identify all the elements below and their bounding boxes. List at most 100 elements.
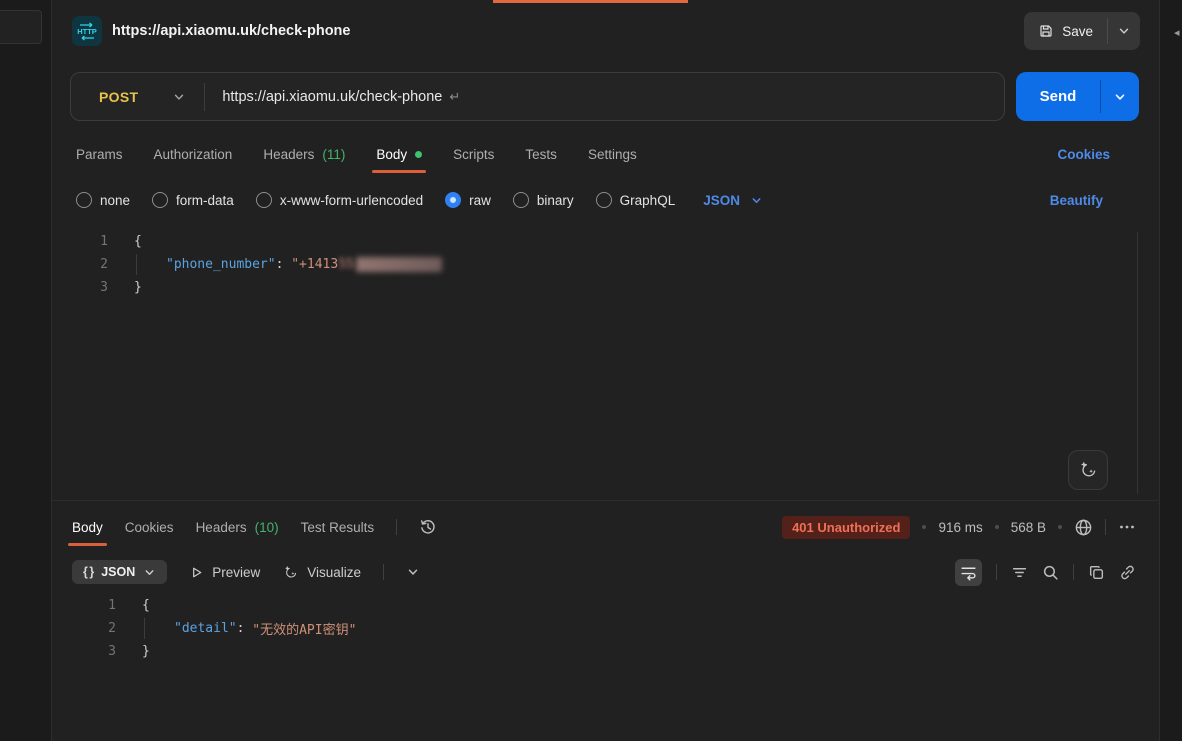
raw-format-label: JSON [703, 193, 740, 208]
response-headers-count-badge: (10) [255, 520, 279, 535]
chevron-down-icon [172, 90, 186, 104]
tab-body[interactable]: Body [376, 147, 422, 162]
tab-settings[interactable]: Settings [588, 147, 637, 162]
json-key: "detail" [174, 621, 237, 636]
tab-scripts[interactable]: Scripts [453, 147, 494, 162]
network-info-button[interactable] [1074, 518, 1093, 537]
pane-splitter[interactable] [52, 500, 1158, 501]
send-button-group: Send [1016, 72, 1139, 121]
radio-none[interactable]: none [76, 192, 130, 208]
copy-response-button[interactable] [1088, 564, 1105, 581]
separator-dot [1058, 525, 1062, 529]
line-number: 1 [52, 234, 108, 249]
chevron-down-icon [143, 566, 156, 579]
radio-circle-icon [76, 192, 92, 208]
request-body-editor[interactable]: 1 { 2 "phone_number": "+141355 3 } [52, 230, 1150, 498]
line-number: 2 [52, 621, 116, 636]
json-key: "phone_number" [166, 257, 276, 272]
search-icon [1042, 564, 1059, 581]
filter-icon [1011, 564, 1028, 581]
tab-params-label: Params [76, 147, 123, 162]
response-tab-cookies[interactable]: Cookies [125, 520, 174, 535]
divider [383, 564, 384, 580]
code-line: 3 } [52, 640, 1158, 663]
json-value-blurred: 55 [338, 257, 354, 272]
code-line: 1 { [52, 230, 1150, 253]
beautify-link[interactable]: Beautify [1050, 184, 1103, 216]
response-more-options-button[interactable] [1118, 518, 1136, 536]
postbot-ai-button[interactable] [1068, 450, 1108, 490]
cookies-link[interactable]: Cookies [1057, 134, 1110, 174]
wrap-text-icon [960, 564, 977, 581]
status-badge: 401 Unauthorized [782, 516, 910, 539]
response-tab-cookies-label: Cookies [125, 520, 174, 535]
right-sidebar-rail: ◂ [1159, 0, 1182, 741]
wrap-text-button[interactable] [955, 559, 982, 586]
search-button[interactable] [1042, 564, 1059, 581]
chevron-down-icon [406, 565, 420, 579]
response-history-button[interactable] [419, 518, 437, 536]
response-tab-test-results-label: Test Results [301, 520, 375, 535]
code-line: 2 "detail": "无效的API密钥" [52, 617, 1158, 640]
tab-tests[interactable]: Tests [525, 147, 557, 162]
raw-format-dropdown[interactable]: JSON [703, 193, 763, 208]
response-tab-test-results[interactable]: Test Results [301, 520, 375, 535]
response-view-options-button[interactable] [406, 565, 420, 579]
link-button[interactable] [1119, 564, 1136, 581]
copy-icon [1088, 564, 1105, 581]
tab-settings-label: Settings [588, 147, 637, 162]
editor-scrollbar[interactable] [1137, 232, 1138, 494]
response-time: 916 ms [938, 520, 982, 535]
line-number: 1 [52, 598, 116, 613]
response-toolbar: { } JSON Preview Visualize [52, 554, 1158, 590]
tab-headers[interactable]: Headers (11) [263, 147, 345, 162]
tab-params[interactable]: Params [76, 147, 123, 162]
radio-urlencoded-label: x-www-form-urlencoded [280, 193, 423, 208]
radio-raw-label: raw [469, 193, 491, 208]
code-token: } [142, 644, 150, 659]
link-icon [1119, 564, 1136, 581]
visualize-label: Visualize [307, 565, 361, 580]
response-tab-headers[interactable]: Headers (10) [196, 520, 279, 535]
code-token: { [142, 598, 150, 613]
code-line: 1 { [52, 594, 1158, 617]
indent-guide [144, 618, 145, 639]
response-format-dropdown[interactable]: { } JSON [72, 560, 167, 584]
send-options-button[interactable] [1101, 72, 1139, 121]
radio-raw[interactable]: raw [445, 192, 491, 208]
preview-button[interactable]: Preview [189, 565, 260, 580]
divider [1105, 519, 1106, 535]
chevron-down-icon [1113, 90, 1127, 104]
chevron-down-icon [1117, 24, 1131, 38]
tab-headers-label: Headers [263, 147, 314, 162]
send-button[interactable]: Send [1016, 72, 1100, 121]
api-client-window: ◂ HTTP https://api.xiaomu.uk/check-phone [0, 0, 1182, 741]
tab-authorization[interactable]: Authorization [154, 147, 233, 162]
request-tabs: Params Authorization Headers (11) Body S… [52, 134, 1158, 174]
line-number: 3 [52, 644, 116, 659]
visualize-button[interactable]: Visualize [282, 564, 361, 581]
filter-button[interactable] [1011, 564, 1028, 581]
response-tab-body[interactable]: Body [72, 520, 103, 535]
radio-binary-label: binary [537, 193, 574, 208]
url-bar: POST https://api.xiaomu.uk/check-phone ↵ [70, 72, 1005, 121]
radio-form-data[interactable]: form-data [152, 192, 234, 208]
radio-graphql[interactable]: GraphQL [596, 192, 676, 208]
response-tabs: Body Cookies Headers (10) Test Results 4… [52, 506, 1158, 548]
radio-binary[interactable]: binary [513, 192, 574, 208]
history-clock-icon [419, 518, 437, 536]
code-token: : [237, 621, 245, 636]
separator-dot [922, 525, 926, 529]
svg-text:HTTP: HTTP [77, 27, 97, 36]
save-button[interactable]: Save [1024, 12, 1107, 50]
radio-x-www-form-urlencoded[interactable]: x-www-form-urlencoded [256, 192, 423, 208]
url-input[interactable]: https://api.xiaomu.uk/check-phone ↵ [205, 89, 1004, 105]
request-header: HTTP https://api.xiaomu.uk/check-phone S… [52, 0, 1158, 62]
method-selector[interactable]: POST [71, 89, 204, 105]
chevron-down-icon [750, 194, 763, 207]
response-tools [955, 554, 1136, 590]
save-button-label: Save [1062, 24, 1093, 39]
save-options-button[interactable] [1108, 12, 1140, 50]
radio-circle-icon [152, 192, 168, 208]
tab-body-label: Body [376, 147, 407, 162]
